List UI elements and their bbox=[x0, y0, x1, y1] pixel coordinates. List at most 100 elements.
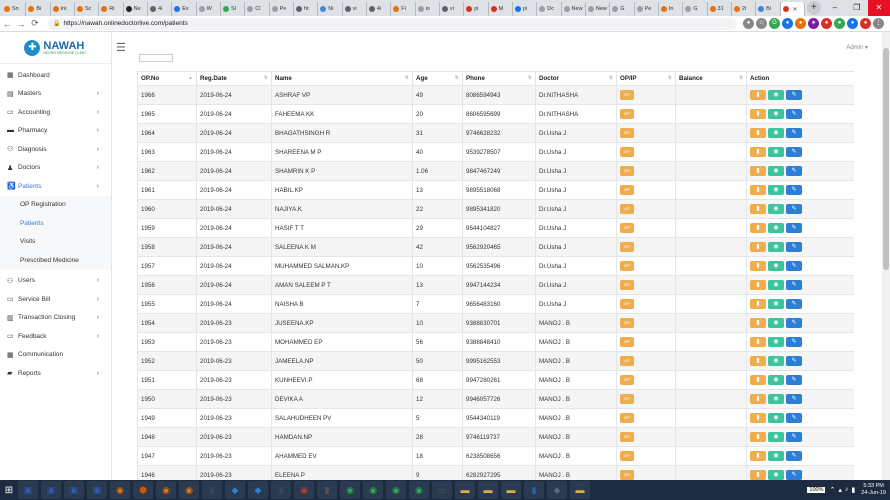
print-button[interactable]: ▮ bbox=[750, 299, 766, 309]
submenu-item-patients[interactable]: Patients bbox=[0, 214, 111, 233]
print-button[interactable]: ▮ bbox=[750, 318, 766, 328]
edit-button[interactable]: ✎ bbox=[786, 166, 802, 176]
tray-icon[interactable]: ▴ bbox=[838, 486, 842, 494]
print-button[interactable]: ▮ bbox=[750, 261, 766, 271]
view-button[interactable]: ◉ bbox=[768, 337, 784, 347]
browser-tab[interactable]: Sn bbox=[2, 2, 27, 16]
print-button[interactable]: ▮ bbox=[750, 451, 766, 461]
sidebar-item-reports[interactable]: ▰ Reports › bbox=[0, 364, 111, 383]
taskbar-app-icon[interactable]: ▬ bbox=[478, 481, 498, 499]
taskbar-app-icon[interactable]: ◉ bbox=[363, 481, 383, 499]
edit-button[interactable]: ✎ bbox=[786, 261, 802, 271]
print-button[interactable]: ▮ bbox=[750, 470, 766, 480]
print-button[interactable]: ▮ bbox=[750, 128, 766, 138]
view-button[interactable]: ◉ bbox=[768, 90, 784, 100]
edit-button[interactable]: ✎ bbox=[786, 223, 802, 233]
taskbar-app-icon[interactable]: ◉ bbox=[110, 481, 130, 499]
browser-tab[interactable]: Pe bbox=[270, 2, 294, 16]
window-close-button[interactable]: ✕ bbox=[867, 0, 890, 16]
view-button[interactable]: ◉ bbox=[768, 413, 784, 423]
browser-tab[interactable]: vi bbox=[343, 2, 367, 16]
print-button[interactable]: ▮ bbox=[750, 109, 766, 119]
clock[interactable]: 5:33 PM 24-Jun-19 bbox=[861, 483, 886, 497]
print-button[interactable]: ▮ bbox=[750, 185, 766, 195]
browser-tab[interactable]: pi bbox=[513, 2, 538, 16]
view-button[interactable]: ◉ bbox=[768, 128, 784, 138]
entries-select[interactable] bbox=[139, 54, 173, 62]
taskbar-app-icon[interactable]: ▣ bbox=[18, 481, 38, 499]
edit-button[interactable]: ✎ bbox=[786, 185, 802, 195]
browser-tab[interactable]: Pe bbox=[635, 2, 659, 16]
browser-tab[interactable]: Ini bbox=[51, 2, 75, 16]
taskbar-app-icon[interactable]: ◉ bbox=[409, 481, 429, 499]
edit-button[interactable]: ✎ bbox=[786, 280, 802, 290]
browser-tab[interactable]: Ri bbox=[99, 2, 124, 16]
browser-tab[interactable]: lo bbox=[416, 2, 440, 16]
battery-indicator[interactable]: 100% bbox=[807, 487, 826, 493]
edit-button[interactable]: ✎ bbox=[786, 109, 802, 119]
taskbar-app-icon[interactable]: ▬ bbox=[455, 481, 475, 499]
print-button[interactable]: ▮ bbox=[750, 337, 766, 347]
view-button[interactable]: ◉ bbox=[768, 432, 784, 442]
browser-tab[interactable]: M bbox=[489, 2, 513, 16]
print-button[interactable]: ▮ bbox=[750, 223, 766, 233]
taskbar-app-icon[interactable]: ▭ bbox=[432, 481, 452, 499]
view-button[interactable]: ◉ bbox=[768, 223, 784, 233]
browser-tab[interactable]: Cl bbox=[245, 2, 270, 16]
print-button[interactable]: ▮ bbox=[750, 90, 766, 100]
edit-button[interactable]: ✎ bbox=[786, 432, 802, 442]
view-button[interactable]: ◉ bbox=[768, 147, 784, 157]
column-header[interactable]: Doctor ⇅ bbox=[535, 71, 617, 86]
submenu-item-op-registration[interactable]: OP Registration bbox=[0, 195, 111, 214]
taskbar-app-icon[interactable]: ◆ bbox=[547, 481, 567, 499]
browser-tab[interactable]: Ex bbox=[172, 2, 197, 16]
browser-tab[interactable]: 4i bbox=[367, 2, 392, 16]
sidebar-item-diagnosis[interactable]: ⚇ Diagnosis › bbox=[0, 140, 111, 159]
view-button[interactable]: ◉ bbox=[768, 166, 784, 176]
taskbar-app-icon[interactable]: ◉ bbox=[156, 481, 176, 499]
print-button[interactable]: ▮ bbox=[750, 166, 766, 176]
column-header[interactable]: Name ⇅ bbox=[271, 71, 413, 86]
taskbar-app-icon[interactable]: ◆ bbox=[225, 481, 245, 499]
edit-button[interactable]: ✎ bbox=[786, 451, 802, 461]
column-header[interactable]: Age ⇅ bbox=[412, 71, 463, 86]
view-button[interactable]: ◉ bbox=[768, 242, 784, 252]
print-button[interactable]: ▮ bbox=[750, 432, 766, 442]
browser-tab[interactable]: Dc bbox=[537, 2, 562, 16]
browser-tab[interactable]: pi bbox=[464, 2, 489, 16]
edit-button[interactable]: ✎ bbox=[786, 204, 802, 214]
extension-icon[interactable]: ● bbox=[847, 18, 858, 29]
edit-button[interactable]: ✎ bbox=[786, 470, 802, 480]
maximize-button[interactable]: ❐ bbox=[846, 0, 868, 16]
browser-tab[interactable]: vi bbox=[440, 2, 465, 16]
browser-tab[interactable]: Bi bbox=[26, 2, 51, 16]
extension-icon[interactable]: ● bbox=[743, 18, 754, 29]
browser-tab[interactable]: Fi bbox=[391, 2, 416, 16]
view-button[interactable]: ◉ bbox=[768, 261, 784, 271]
sidebar-item-pharmacy[interactable]: ▬ Pharmacy › bbox=[0, 122, 111, 141]
edit-button[interactable]: ✎ bbox=[786, 128, 802, 138]
tray-icon[interactable]: ♪ bbox=[845, 486, 849, 494]
sidebar-item-service-bill[interactable]: ▭ Service Bill › bbox=[0, 290, 111, 309]
extension-icon[interactable]: ● bbox=[795, 18, 806, 29]
browser-tab[interactable]: G bbox=[683, 2, 708, 16]
submenu-item-prescribed-medicine[interactable]: Prescribed Medicine bbox=[0, 251, 111, 270]
browser-tab[interactable]: W bbox=[197, 2, 221, 16]
taskbar-app-icon[interactable]: ▮ bbox=[202, 481, 222, 499]
browser-tab[interactable]: 2i bbox=[732, 2, 757, 16]
view-button[interactable]: ◉ bbox=[768, 185, 784, 195]
print-button[interactable]: ▮ bbox=[750, 204, 766, 214]
clinic-logo[interactable]: ✚ NAWAH NEURO MEDICINE CLINIC bbox=[0, 32, 111, 64]
tab-close-icon[interactable]: ✕ bbox=[793, 6, 798, 13]
column-header[interactable]: Balance ⇅ bbox=[675, 71, 747, 86]
view-button[interactable]: ◉ bbox=[768, 109, 784, 119]
extension-icon[interactable]: ● bbox=[860, 18, 871, 29]
print-button[interactable]: ▮ bbox=[750, 242, 766, 252]
view-button[interactable]: ◉ bbox=[768, 394, 784, 404]
browser-tab[interactable]: ✕ bbox=[780, 2, 805, 16]
extension-icon[interactable]: ● bbox=[782, 18, 793, 29]
browser-tab[interactable]: Sc bbox=[75, 2, 100, 16]
edit-button[interactable]: ✎ bbox=[786, 413, 802, 423]
extension-icon[interactable]: ⋮ bbox=[873, 18, 884, 29]
extension-icon[interactable]: ● bbox=[834, 18, 845, 29]
